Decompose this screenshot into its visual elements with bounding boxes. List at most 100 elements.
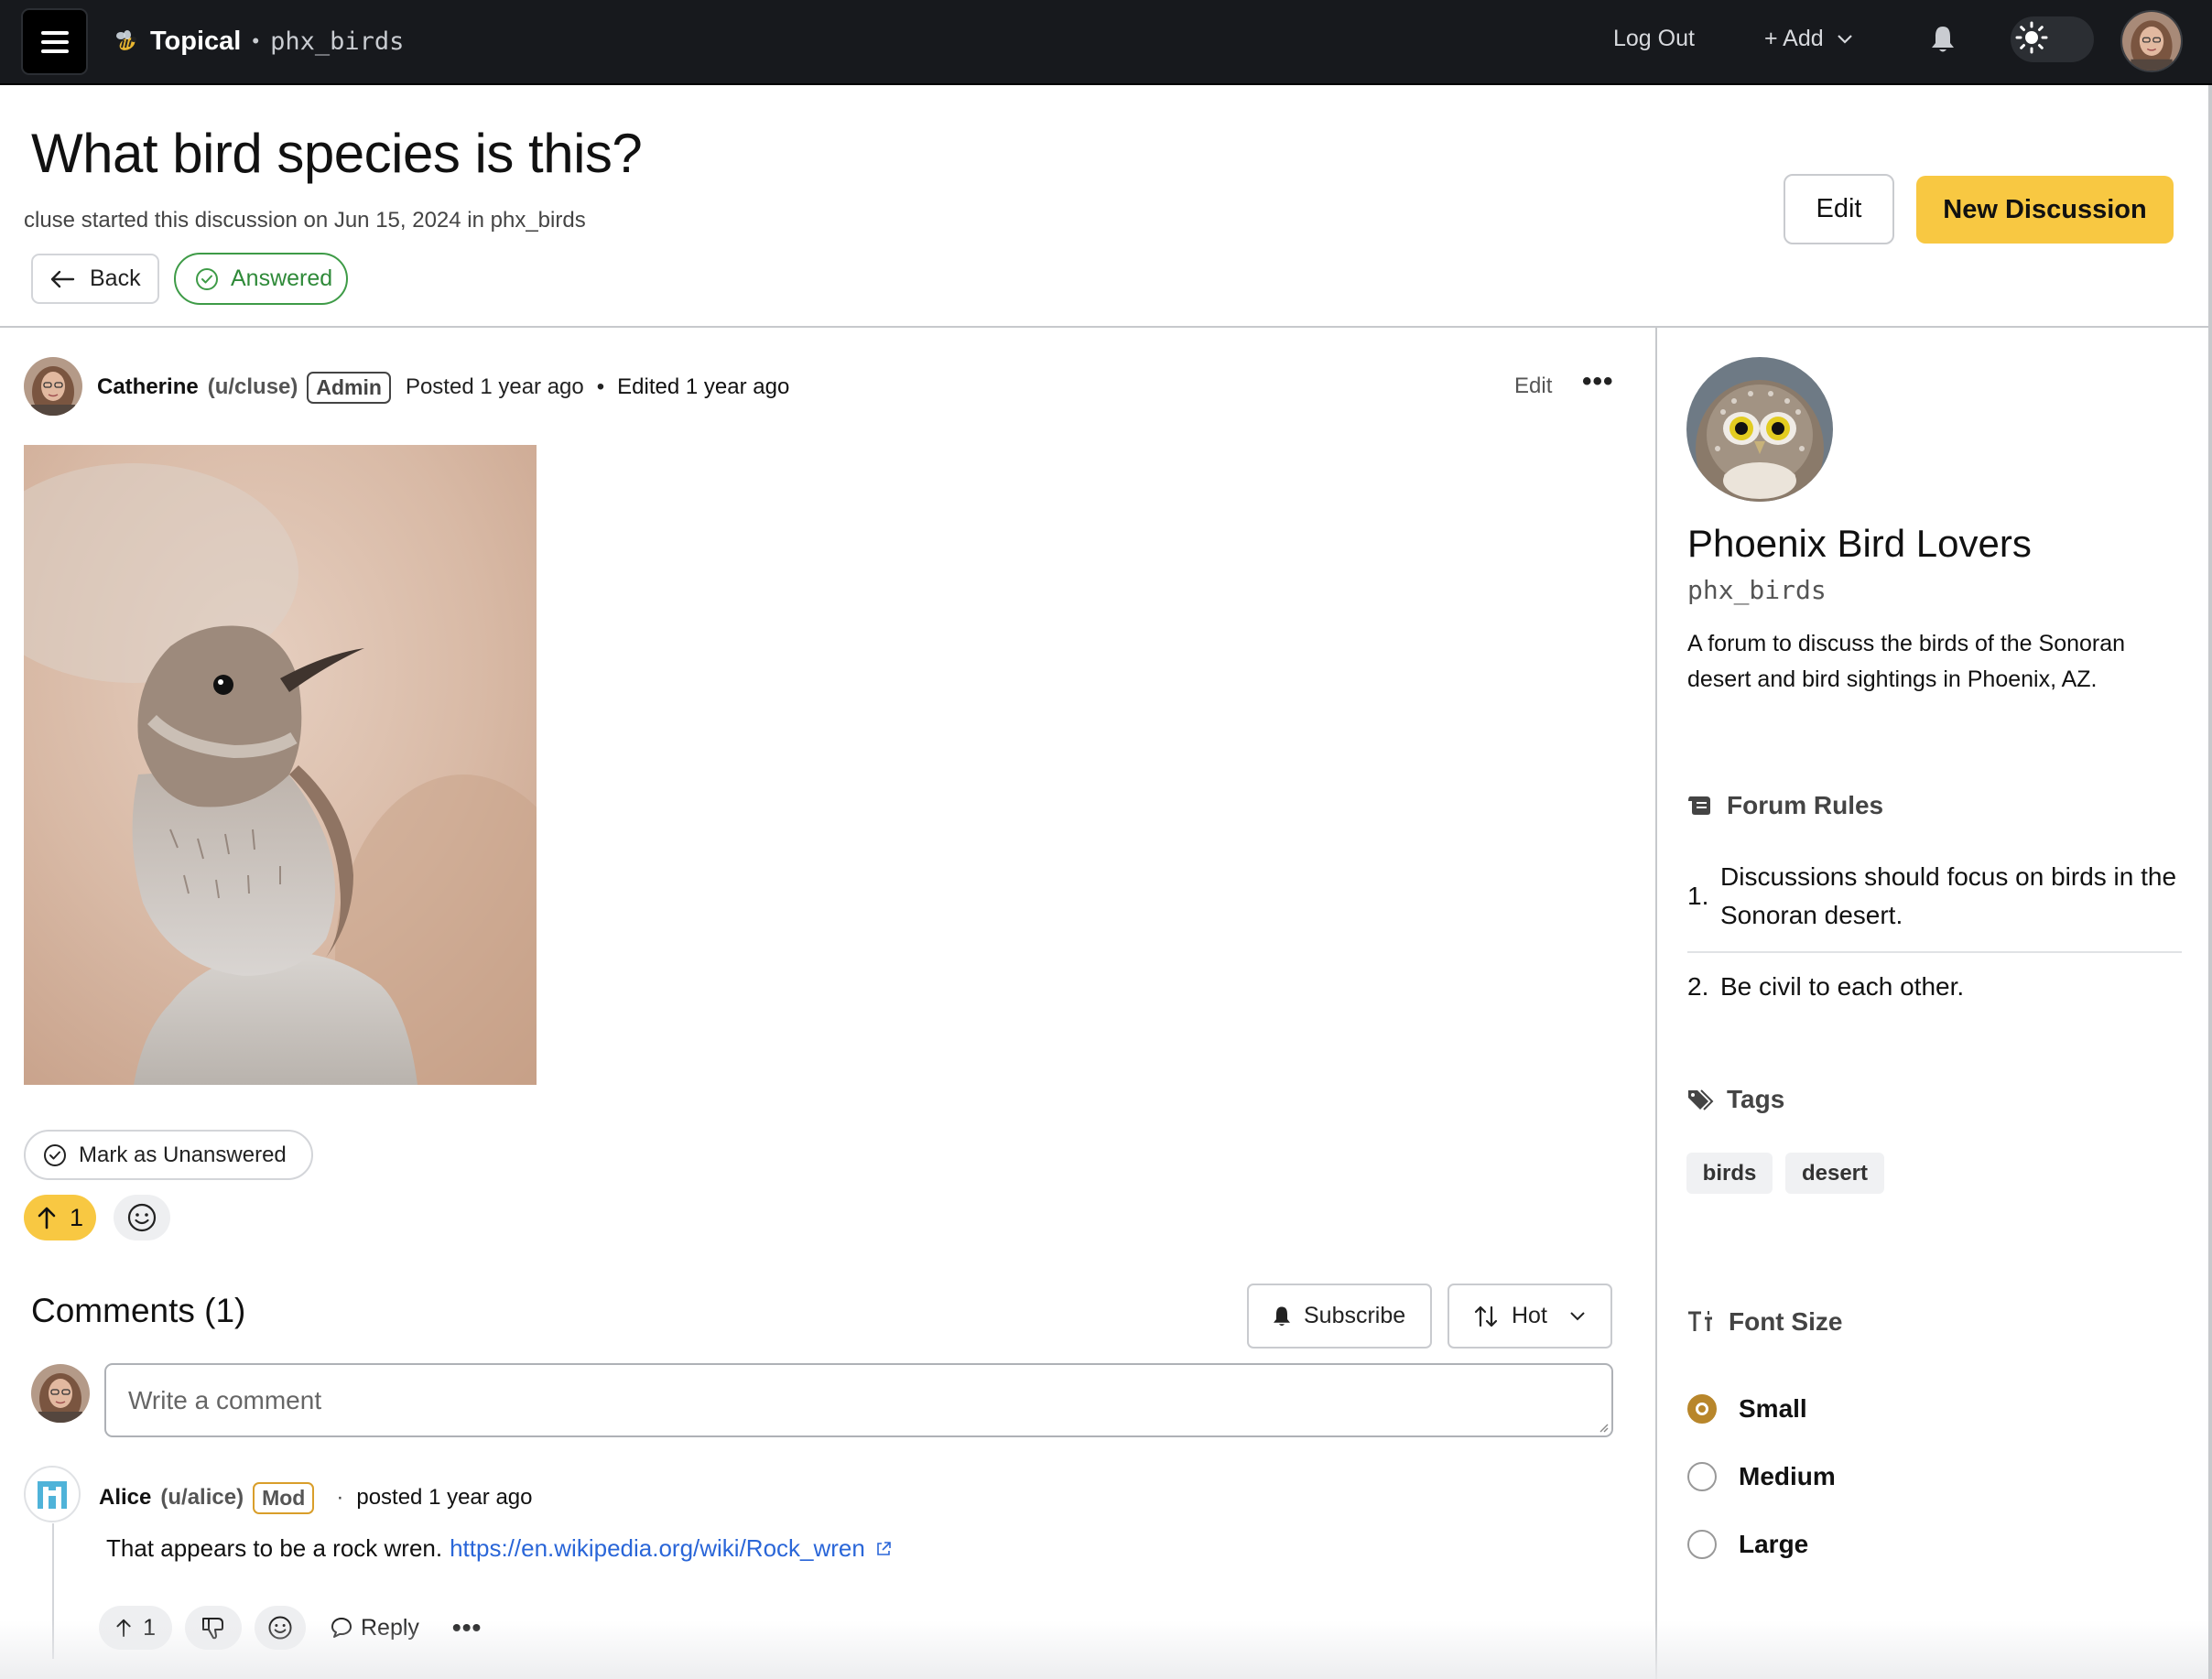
post-author-name[interactable]: Catherine xyxy=(97,374,199,400)
font-size-heading: Font Size xyxy=(1686,1307,1842,1337)
answered-status-button[interactable]: Answered xyxy=(174,253,348,305)
forum-rules-label: Forum Rules xyxy=(1727,791,1884,819)
scroll-icon xyxy=(1688,796,1710,815)
radio-button[interactable] xyxy=(1687,1530,1717,1559)
comment-author-avatar[interactable] xyxy=(24,1466,81,1522)
text-size-icon xyxy=(1688,1311,1712,1331)
font-size-option-label: Medium xyxy=(1739,1462,1836,1490)
arrow-left-icon xyxy=(50,270,75,287)
sidebar-divider xyxy=(1655,327,1657,1679)
rule-text: Discussions should focus on birds in the… xyxy=(1720,862,2177,929)
comment-posted-time: posted 1 year ago xyxy=(356,1485,533,1510)
smiley-icon xyxy=(268,1616,292,1640)
post-edited-time: Edited 1 year ago xyxy=(617,374,790,399)
subscribe-label: Subscribe xyxy=(1304,1303,1406,1328)
tag-chip[interactable]: desert xyxy=(1785,1153,1884,1194)
post-upvote-count: 1 xyxy=(70,1203,84,1231)
speech-bubble-icon xyxy=(331,1618,352,1638)
external-link-icon xyxy=(877,1541,891,1555)
arrow-up-icon xyxy=(116,1619,131,1638)
bell-icon xyxy=(1274,1306,1290,1326)
thumbs-down-icon xyxy=(202,1618,223,1640)
comment-more-options-button[interactable]: ••• xyxy=(443,1613,491,1642)
post-author-handle[interactable]: (u/cluse) xyxy=(208,374,298,400)
rule-divider xyxy=(1687,951,2182,953)
tags-icon xyxy=(1688,1089,1714,1110)
comment-actions: 1 Reply ••• xyxy=(99,1605,491,1651)
menu-line xyxy=(40,49,69,53)
header-divider xyxy=(0,326,2212,328)
forum-avatar-owl xyxy=(1686,357,1833,502)
logout-link[interactable]: Log Out xyxy=(1613,26,1695,52)
font-size-option-large[interactable]: Large xyxy=(1687,1530,1808,1559)
resize-handle-icon[interactable] xyxy=(1598,1422,1609,1433)
post-posted-time: Posted 1 year ago xyxy=(405,374,584,399)
back-label: Back xyxy=(90,265,141,291)
sort-arrows-icon xyxy=(1474,1305,1498,1327)
brand-forum-slug[interactable]: phx_birds xyxy=(270,27,404,56)
back-button[interactable]: Back xyxy=(31,254,159,304)
tags-heading: Tags xyxy=(1686,1085,1784,1114)
comment-upvote-button[interactable]: 1 xyxy=(99,1606,172,1650)
comment-reaction-button[interactable] xyxy=(255,1606,306,1650)
check-circle-icon xyxy=(196,267,218,290)
rule-number: 2. xyxy=(1687,972,1709,1001)
hamburger-menu-button[interactable] xyxy=(21,8,88,75)
post-author-avatar[interactable] xyxy=(24,357,82,416)
post-upvote-button[interactable]: 1 xyxy=(24,1195,96,1240)
window-edge xyxy=(2208,85,2212,1679)
tag-chip[interactable]: birds xyxy=(1686,1153,1773,1194)
page-title: What bird species is this? xyxy=(31,123,643,184)
add-dropdown[interactable]: + Add xyxy=(1764,26,1853,52)
comment-text: That appears to be a rock wren. xyxy=(106,1534,443,1562)
admin-badge: Admin xyxy=(307,371,391,404)
radio-button-selected[interactable] xyxy=(1687,1394,1717,1424)
menu-line xyxy=(40,39,69,44)
sort-dropdown[interactable]: Hot xyxy=(1448,1284,1612,1349)
notification-bell-icon[interactable] xyxy=(1928,24,1957,55)
font-size-option-small[interactable]: Small xyxy=(1687,1394,1807,1424)
comment-thread-line[interactable] xyxy=(52,1523,54,1659)
brand-name[interactable]: Topical xyxy=(150,27,241,57)
post-meta: Catherine (u/cluse) Admin Posted 1 year … xyxy=(97,369,789,406)
discussion-subtitle: cluse started this discussion on Jun 15,… xyxy=(24,208,586,233)
post-image-bird[interactable] xyxy=(24,445,537,1085)
comment-meta: Alice (u/alice) Mod · posted 1 year ago xyxy=(99,1479,532,1516)
post-more-options-button[interactable]: ••• xyxy=(1582,366,1614,397)
comment-downvote-button[interactable] xyxy=(185,1606,242,1650)
answered-label: Answered xyxy=(231,265,333,291)
rule-number: 1. xyxy=(1687,882,1709,910)
comment-upvote-count: 1 xyxy=(143,1614,156,1641)
comment-author-handle[interactable]: (u/alice) xyxy=(160,1485,244,1511)
font-size-option-medium[interactable]: Medium xyxy=(1687,1462,1836,1491)
top-nav-bar: Topical • phx_birds Log Out + Add xyxy=(0,0,2212,85)
font-size-label: Font Size xyxy=(1729,1307,1843,1336)
meta-separator: • xyxy=(596,374,605,399)
smiley-icon xyxy=(127,1203,157,1232)
forum-rules-heading: Forum Rules xyxy=(1686,791,1883,820)
forum-description: A forum to discuss the birds of the Sono… xyxy=(1687,631,2126,692)
new-discussion-button[interactable]: New Discussion xyxy=(1916,176,2174,244)
menu-line xyxy=(40,30,69,35)
post-edit-link[interactable]: Edit xyxy=(1514,374,1552,399)
radio-button[interactable] xyxy=(1687,1462,1717,1491)
comment-body: That appears to be a rock wren. https://… xyxy=(106,1534,893,1563)
current-user-avatar xyxy=(31,1364,90,1423)
subscribe-button[interactable]: Subscribe xyxy=(1247,1284,1432,1349)
tags-label: Tags xyxy=(1727,1085,1785,1113)
user-avatar[interactable] xyxy=(2120,10,2183,72)
rule-item: 1. Discussions should focus on birds in … xyxy=(1687,858,2182,935)
edit-discussion-button[interactable]: Edit xyxy=(1784,174,1894,244)
reply-button[interactable]: Reply xyxy=(319,1615,430,1641)
comment-author-name[interactable]: Alice xyxy=(99,1485,151,1511)
rule-item: 2. Be civil to each other. xyxy=(1687,968,2182,1006)
font-size-option-label: Large xyxy=(1739,1530,1809,1558)
brand-separator: • xyxy=(252,29,260,52)
mark-unanswered-label: Mark as Unanswered xyxy=(79,1142,287,1167)
comment-link[interactable]: https://en.wikipedia.org/wiki/Rock_wren xyxy=(450,1534,865,1563)
comment-input[interactable] xyxy=(104,1363,1613,1437)
arrow-up-icon xyxy=(38,1207,56,1229)
mark-unanswered-button[interactable]: Mark as Unanswered xyxy=(24,1130,313,1180)
post-reaction-button[interactable] xyxy=(114,1195,170,1240)
brand[interactable]: Topical • phx_birds xyxy=(112,20,404,62)
